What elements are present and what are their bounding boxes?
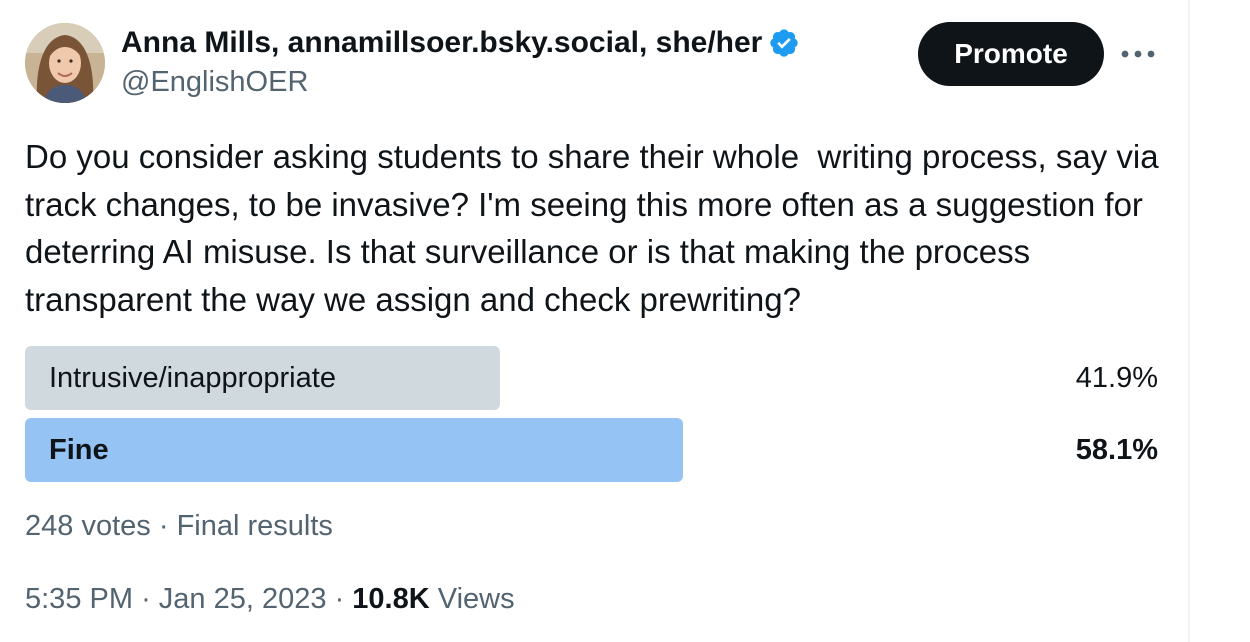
poll-option-percent: 58.1%	[1075, 434, 1158, 466]
tweet-text: Do you consider asking students to share…	[25, 138, 1168, 318]
user-avatar-photo	[25, 23, 105, 103]
avatar[interactable]	[25, 23, 105, 103]
views-label: Views	[437, 583, 515, 615]
tweet-date[interactable]: Jan 25, 2023	[159, 583, 327, 615]
poll-option-label: Intrusive/inappropriate	[49, 362, 336, 394]
poll-option: Intrusive/inappropriate 41.9%	[25, 346, 1158, 410]
separator-dot: ·	[141, 583, 151, 615]
poll-status: Final results	[176, 510, 333, 542]
views-count: 10.8K	[352, 583, 430, 615]
poll-option-label: Fine	[49, 434, 109, 466]
poll-summary: 248 votes · Final results	[25, 508, 333, 544]
verified-badge-icon[interactable]	[768, 27, 800, 59]
separator-dot: ·	[334, 583, 345, 615]
author-handle[interactable]: @EnglishOER	[121, 64, 308, 100]
tweet-time[interactable]: 5:35 PM	[25, 583, 133, 615]
poll: Intrusive/inappropriate 41.9% Fine 58.1%	[25, 346, 1158, 490]
poll-vote-count: 248 votes	[25, 510, 151, 542]
more-horizontal-icon[interactable]	[1118, 36, 1158, 72]
author-display-name[interactable]: Anna Mills, annamillsoer.bsky.social, sh…	[121, 24, 800, 62]
poll-option-bar	[25, 418, 683, 482]
promote-button[interactable]: Promote	[918, 22, 1104, 86]
poll-option-percent: 41.9%	[1075, 362, 1158, 394]
author-name-text: Anna Mills, annamillsoer.bsky.social, sh…	[121, 26, 763, 59]
poll-option-winner: Fine 58.1%	[25, 418, 1158, 482]
separator-dot: ·	[158, 510, 169, 542]
tweet-meta: 5:35 PM · Jan 25, 2023 · 10.8K Views	[25, 580, 515, 618]
column-divider	[1188, 0, 1190, 642]
